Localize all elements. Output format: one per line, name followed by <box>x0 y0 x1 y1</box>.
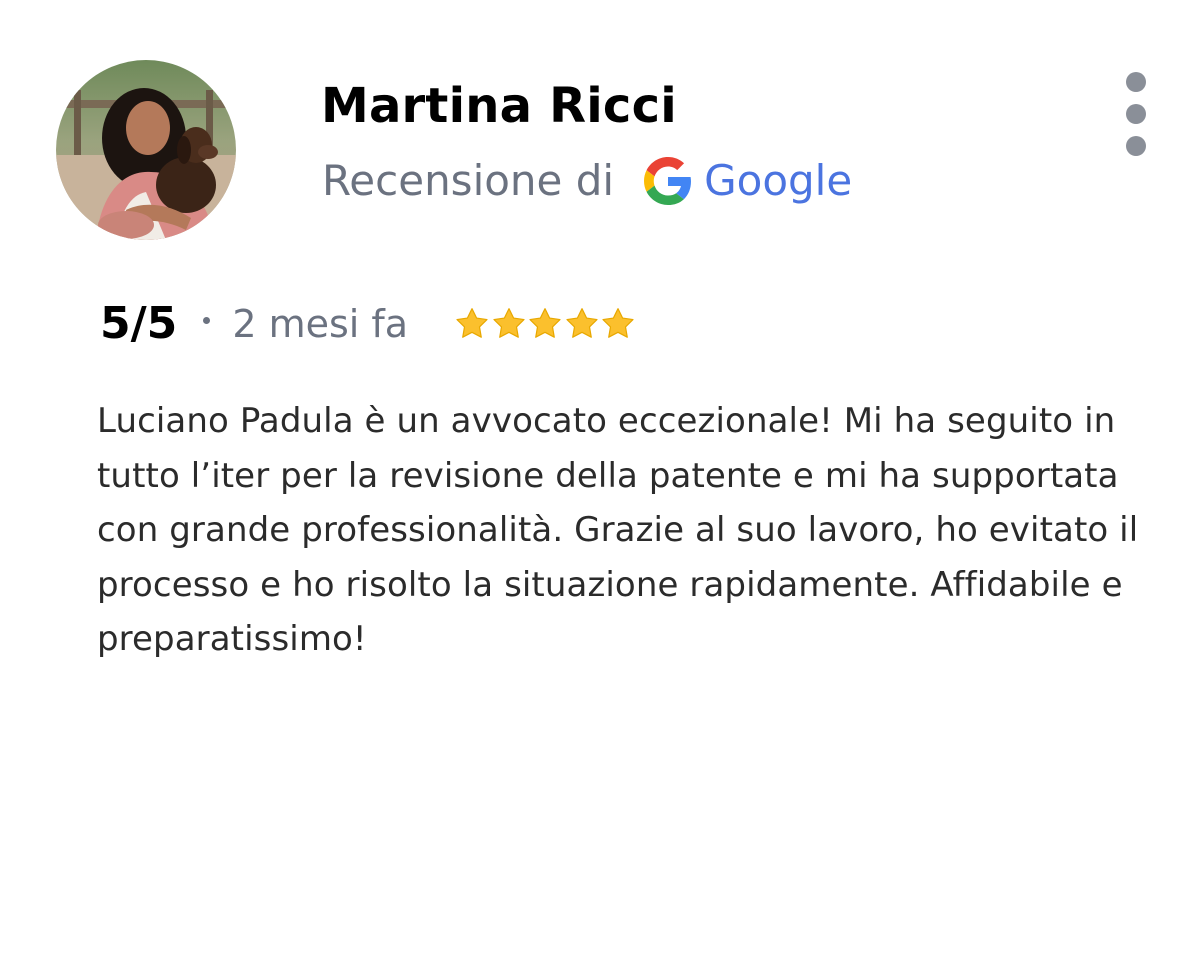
rating-row: 5/5 2 mesi fa <box>100 294 637 354</box>
star-rating <box>454 294 637 354</box>
reviewer-avatar[interactable] <box>56 60 236 240</box>
more-vertical-icon <box>1126 72 1146 92</box>
review-card: Martina Ricci Recensione di Google 5/5 2… <box>0 0 1200 960</box>
star-icon <box>527 306 563 342</box>
star-icon <box>600 306 636 342</box>
star-icon <box>491 306 527 342</box>
star-icon <box>564 306 600 342</box>
review-source: Recensione di Google <box>322 150 852 212</box>
review-time: 2 mesi fa <box>232 302 409 346</box>
separator-dot <box>203 316 211 324</box>
reviewer-name: Martina Ricci <box>321 78 677 134</box>
more-vertical-icon <box>1126 136 1146 156</box>
avatar-photo <box>56 60 236 240</box>
review-text: Luciano Padula è un avvocato eccezionale… <box>97 401 1139 659</box>
star-icon <box>454 306 490 342</box>
rating-score: 5/5 <box>100 298 178 349</box>
more-options-button[interactable] <box>1116 70 1156 162</box>
review-source-prefix: Recensione di <box>322 156 615 205</box>
more-vertical-icon <box>1126 104 1146 124</box>
review-source-name: Google <box>704 156 853 205</box>
google-g-icon <box>644 157 692 205</box>
